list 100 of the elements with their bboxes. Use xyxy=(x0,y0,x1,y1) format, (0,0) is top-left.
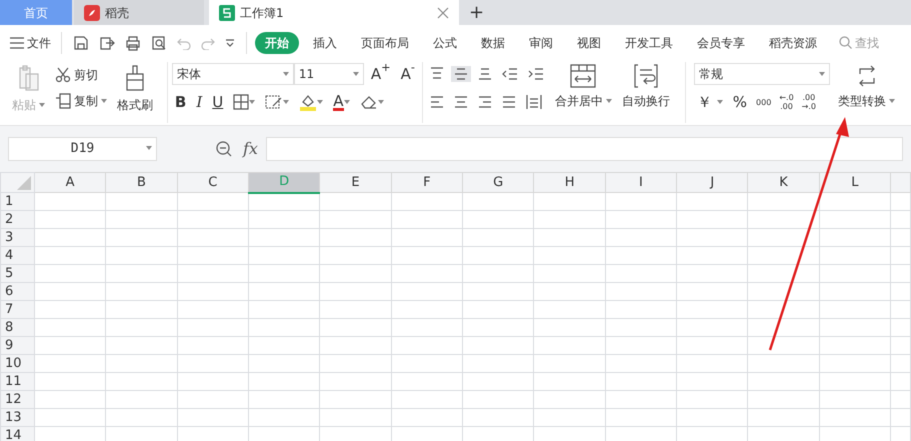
align-right-icon xyxy=(478,95,492,109)
row-header[interactable]: 9 xyxy=(0,336,34,354)
select-all-icon xyxy=(16,176,31,190)
row-header[interactable]: 7 xyxy=(0,300,34,318)
decrease-font-button[interactable]: A$^{-}$ xyxy=(398,62,418,86)
align-middle-icon xyxy=(454,67,468,81)
borders-icon xyxy=(233,94,250,110)
column-header[interactable]: I xyxy=(605,172,677,192)
font-name-dropdown[interactable]: 宋体 xyxy=(172,63,294,85)
merge-center-button[interactable]: 合并居中 xyxy=(552,62,614,112)
indent-icon xyxy=(528,67,544,81)
column-header[interactable]: A xyxy=(34,172,106,192)
spreadsheet-icon xyxy=(219,4,235,20)
column-header[interactable]: J xyxy=(676,172,748,192)
align-top-icon xyxy=(430,67,444,81)
file-menu[interactable]: 文件 xyxy=(8,32,53,54)
decrease-decimal-button[interactable]: .00 →.0 xyxy=(800,93,818,111)
column-header[interactable]: C xyxy=(177,172,248,192)
row-header[interactable]: 1 xyxy=(0,192,34,210)
format-painter-button[interactable]: 格式刷 xyxy=(115,62,155,116)
type-convert-button[interactable]: 类型转换 xyxy=(836,62,897,112)
ribbon-tab[interactable]: 公式 xyxy=(423,32,467,54)
increase-decimal-button[interactable]: ←.0 .00 xyxy=(777,93,796,111)
document-tab[interactable]: 工作簿1 xyxy=(209,0,459,25)
increase-font-button[interactable]: A$^{+}$ xyxy=(368,62,394,86)
font-size-dropdown[interactable]: 11 xyxy=(294,63,364,85)
caret-icon xyxy=(282,72,289,76)
close-icon xyxy=(437,6,449,18)
outdent-icon xyxy=(502,67,518,81)
align-middle-button[interactable] xyxy=(450,66,471,82)
align-center-icon xyxy=(454,95,468,109)
column-header[interactable]: B xyxy=(106,172,178,192)
column-header[interactable]: K xyxy=(748,172,820,192)
align-bottom-icon xyxy=(478,67,492,81)
column-header[interactable]: H xyxy=(534,172,606,192)
redo-icon xyxy=(201,36,215,50)
ribbon-tab[interactable]: 会员专享 xyxy=(687,32,755,54)
cell-style-icon xyxy=(265,94,284,110)
paste-icon xyxy=(16,64,40,92)
ribbon-tab[interactable]: 开发工具 xyxy=(615,32,683,54)
caret-icon xyxy=(344,100,350,104)
caret-icon xyxy=(378,100,384,104)
copy-icon xyxy=(55,93,71,109)
ribbon-tab[interactable]: 插入 xyxy=(303,32,347,54)
wrap-text-button[interactable]: 自动换行 xyxy=(620,62,672,112)
row-header[interactable]: 12 xyxy=(0,390,34,408)
wrap-text-icon xyxy=(634,64,658,88)
brush-icon xyxy=(124,64,146,92)
fx-label: fx xyxy=(243,138,258,160)
ribbon-tab[interactable]: 页面布局 xyxy=(351,32,419,54)
currency-button[interactable]: ￥ xyxy=(694,90,726,114)
column-header[interactable]: E xyxy=(320,172,392,192)
cut-button[interactable]: 剪切 xyxy=(53,64,109,86)
row-header[interactable]: 10 xyxy=(0,354,34,372)
caret-icon xyxy=(606,99,612,103)
column-header[interactable]: G xyxy=(462,172,534,192)
number-format-dropdown[interactable]: 常规 xyxy=(694,63,830,85)
row-header[interactable]: 3 xyxy=(0,228,34,246)
row-header[interactable]: 6 xyxy=(0,282,34,300)
docer-logo-icon xyxy=(84,4,100,20)
row-header[interactable]: 4 xyxy=(0,246,34,264)
bold-button[interactable]: B xyxy=(172,90,190,114)
font-color-button[interactable]: A xyxy=(330,92,352,112)
caret-icon xyxy=(39,103,45,107)
preview-icon xyxy=(151,34,167,50)
copy-button[interactable]: 复制 xyxy=(53,90,109,112)
formula-input[interactable] xyxy=(266,137,903,161)
italic-button[interactable]: I xyxy=(193,90,206,114)
distribute-icon xyxy=(526,94,542,110)
underline-button[interactable]: U xyxy=(209,90,226,114)
thousands-button[interactable]: 000 xyxy=(754,98,774,106)
caret-icon xyxy=(249,100,256,104)
row-header[interactable]: 14 xyxy=(0,426,34,441)
ribbon-tab[interactable]: 审阅 xyxy=(519,32,563,54)
ribbon-tab[interactable]: 视图 xyxy=(567,32,611,54)
row-header[interactable]: 5 xyxy=(0,264,34,282)
name-box[interactable]: D19 xyxy=(8,137,157,161)
caret-icon xyxy=(101,99,107,103)
row-header[interactable]: 13 xyxy=(0,408,34,426)
column-header[interactable]: F xyxy=(391,172,463,192)
row-header[interactable]: 8 xyxy=(0,318,34,336)
search-icon xyxy=(839,36,852,49)
menu-icon xyxy=(10,36,24,48)
caret-icon xyxy=(889,99,895,103)
caret-icon xyxy=(146,146,152,150)
ribbon-tab[interactable]: 稻壳资源 xyxy=(759,32,827,54)
row-header[interactable]: 11 xyxy=(0,372,34,390)
scissors-icon xyxy=(55,67,71,83)
percent-button[interactable]: % xyxy=(730,90,750,114)
caret-icon xyxy=(716,100,723,104)
new-tab-button[interactable]: + xyxy=(459,0,494,25)
justify-icon xyxy=(502,95,516,109)
document-tab[interactable]: 稻壳 xyxy=(74,0,204,25)
row-header[interactable]: 2 xyxy=(0,210,34,228)
print-icon xyxy=(125,34,141,50)
ribbon-tab[interactable]: 数据 xyxy=(471,32,515,54)
column-header[interactable]: L xyxy=(819,172,891,192)
caret-icon xyxy=(317,100,324,104)
caret-icon xyxy=(819,72,825,76)
save-icon xyxy=(73,34,89,50)
